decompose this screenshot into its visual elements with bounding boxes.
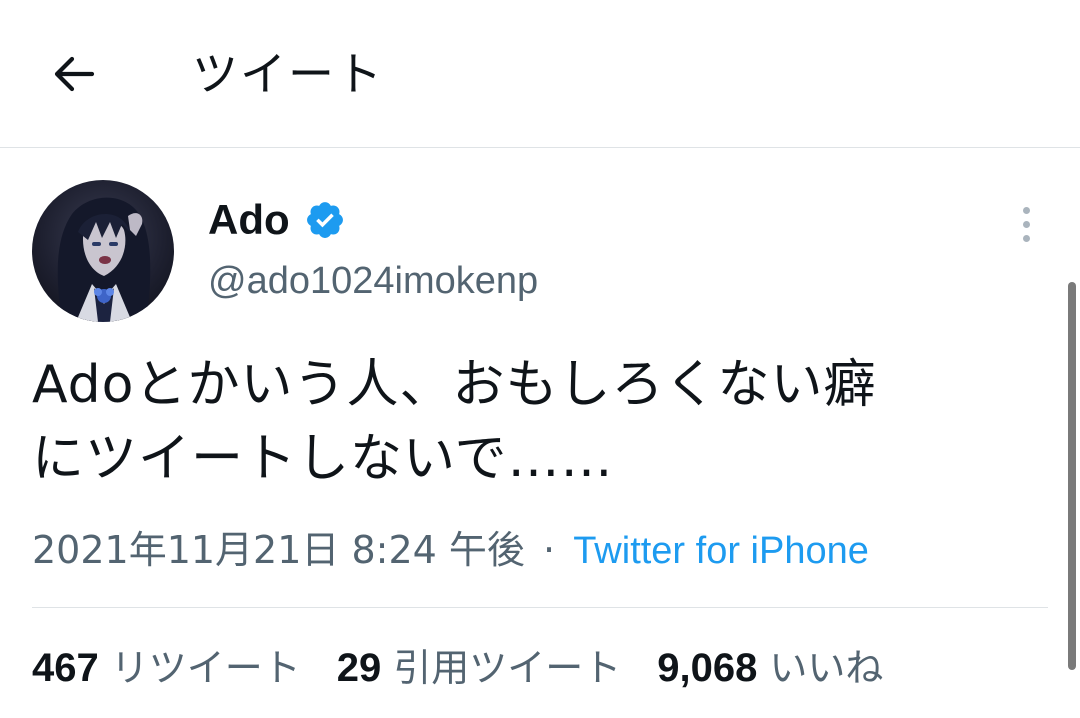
tweet-timestamp[interactable]: 2021年11月21日 8:24 午後 [32, 528, 525, 572]
likes-stat[interactable]: 9,068 いいね [657, 638, 883, 698]
author-display-name[interactable]: Ado [208, 196, 290, 244]
author-name-row: Ado [208, 192, 346, 248]
back-button[interactable] [44, 46, 104, 102]
tweet-stats: 467 リツイート 29 引用ツイート 9,068 いいね [32, 638, 883, 698]
verified-badge-icon [306, 202, 343, 238]
more-vertical-icon [1022, 206, 1030, 214]
quotes-count: 29 [336, 646, 382, 690]
top-bar: ツイート [0, 0, 1080, 148]
more-vertical-icon-dot [1022, 234, 1030, 242]
page-title: ツイート [192, 47, 384, 101]
quotes-stat[interactable]: 29 引用ツイート [337, 638, 622, 698]
retweets-stat[interactable]: 467 リツイート [32, 638, 301, 698]
likes-count: 9,068 [657, 646, 758, 690]
tweet-text-line: Adoとかいう人、おもしろくない癖 [32, 355, 877, 415]
divider [32, 607, 1048, 608]
author-handle[interactable]: @ado1024imokenp [208, 260, 538, 303]
avatar-image [57, 197, 151, 322]
more-options-button[interactable] [1006, 196, 1046, 252]
meta-separator: · [543, 528, 556, 572]
retweets-count: 467 [32, 646, 99, 690]
avatar[interactable] [32, 180, 174, 322]
scrollbar[interactable] [1068, 282, 1076, 670]
tweet-meta: 2021年11月21日 8:24 午後 · Twitter for iPhone [32, 524, 869, 576]
tweet-text: Adoとかいう人、おもしろくない癖 にツイートしないで…… [32, 348, 1042, 496]
retweets-label: リツイート [110, 646, 301, 690]
likes-label: いいね [769, 646, 884, 690]
tweet-text-line: にツイートしないで…… [32, 429, 614, 489]
more-vertical-icon-dot [1022, 220, 1030, 228]
arrow-left-icon [54, 56, 95, 92]
quotes-label: 引用ツイート [393, 646, 622, 690]
tweet-source-link[interactable]: Twitter for iPhone [573, 530, 869, 572]
tweet-detail-page: ツイート Ado @ado1024imokenp Adoとかいう人、おもしろくな… [0, 0, 1080, 718]
